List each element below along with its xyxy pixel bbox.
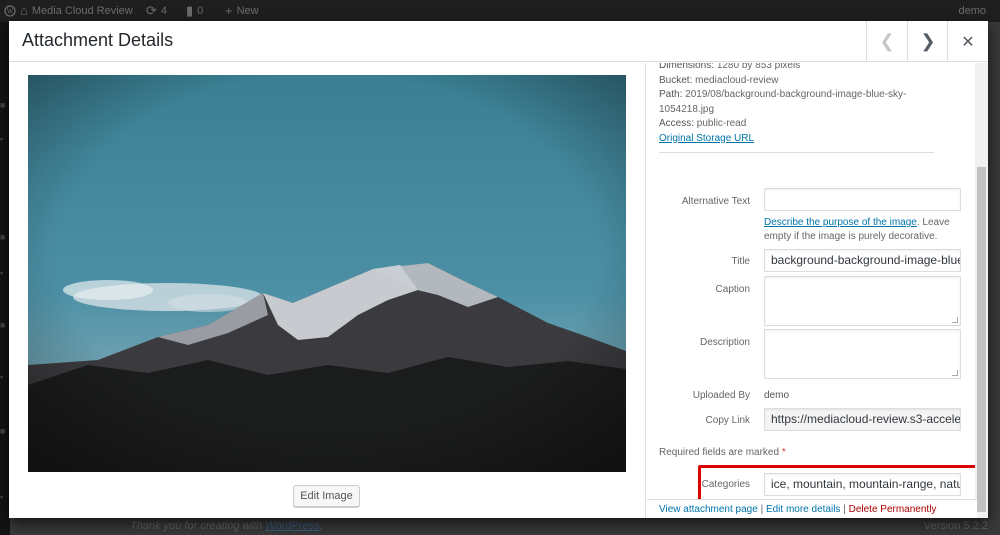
- path-label: Path:: [659, 89, 683, 100]
- chevron-right-icon: ❯: [920, 31, 936, 51]
- site-name-link[interactable]: ⌂ Media Cloud Review: [20, 0, 133, 22]
- attachment-actions: View attachment page | Edit more details…: [659, 504, 979, 522]
- home-icon: ⌂: [20, 3, 28, 18]
- title-label: Title: [731, 256, 750, 267]
- dimensions-label: Dimensions:: [659, 63, 715, 71]
- comments-link[interactable]: ▮ 0: [186, 0, 203, 22]
- chevron-left-icon: ❮: [879, 31, 895, 51]
- plus-icon: +: [225, 3, 233, 18]
- caption-label: Caption: [715, 284, 750, 295]
- image-preview-area: Edit Image: [9, 63, 646, 518]
- next-button[interactable]: ❯: [907, 21, 948, 62]
- edit-more-details-link[interactable]: Edit more details: [766, 504, 840, 515]
- description-label: Description: [699, 337, 750, 348]
- resize-handle-icon[interactable]: [952, 370, 958, 376]
- access-label: Access:: [659, 118, 695, 129]
- original-storage-url-link[interactable]: Original Storage URL: [659, 133, 754, 144]
- view-attachment-page-link[interactable]: View attachment page: [659, 504, 758, 515]
- access-row: Access: public-read: [659, 117, 919, 132]
- sidebar-scrollbar[interactable]: [975, 63, 988, 518]
- required-fields-note: Required fields are marked *: [659, 447, 786, 458]
- copy-link-label: Copy Link: [705, 415, 750, 426]
- close-icon: ✕: [961, 33, 975, 51]
- title-input[interactable]: background-background-image-blue-sky-105…: [764, 249, 961, 272]
- describe-purpose-link[interactable]: Describe the purpose of the image: [764, 217, 917, 228]
- alt-text-input[interactable]: [764, 188, 961, 211]
- separator: |: [843, 504, 846, 515]
- edit-image-button[interactable]: Edit Image: [293, 485, 360, 507]
- dimensions-row: Dimensions: 1280 by 853 pixels: [659, 63, 919, 74]
- caption-textarea[interactable]: [764, 276, 961, 326]
- alt-text-label: Alternative Text: [681, 196, 750, 207]
- close-button[interactable]: ✕: [947, 21, 988, 62]
- delete-permanently-link[interactable]: Delete Permanently: [849, 504, 937, 515]
- bucket-row: Bucket: mediacloud-review: [659, 74, 919, 89]
- footer-thanks: Thank you for creating with WordPress.: [130, 520, 323, 532]
- path-value: 2019/08/background-background-image-blue…: [659, 89, 907, 115]
- separator: |: [760, 504, 764, 515]
- updates-count: 4: [160, 5, 168, 17]
- alt-text-help: Describe the purpose of the image. Leave…: [764, 216, 964, 244]
- comment-icon: ▮: [186, 3, 194, 18]
- attachment-actions-bar: View attachment page | Edit more details…: [647, 499, 977, 518]
- attachment-details-modal: Attachment Details ❮ ❯ ✕ Edit Image Dime…: [9, 21, 988, 518]
- bucket-label: Bucket:: [659, 74, 693, 86]
- dimensions-value: 1280 by 853 pixels: [716, 63, 801, 71]
- previous-button[interactable]: ❮: [866, 21, 907, 62]
- updates-link[interactable]: ⟳ 4: [146, 0, 167, 22]
- footer-thanks-text: Thank you for creating with: [130, 520, 266, 532]
- bucket-value: mediacloud-review: [695, 74, 779, 86]
- description-textarea[interactable]: [764, 329, 961, 379]
- divider: [659, 152, 934, 153]
- required-note-text: Required fields are marked: [659, 447, 780, 458]
- uploaded-by-label: Uploaded By: [692, 390, 750, 401]
- attachment-image: [28, 75, 626, 472]
- copy-link-input[interactable]: https://mediacloud-review.s3-accelerate.…: [764, 408, 961, 431]
- new-content-link[interactable]: + New: [225, 0, 259, 22]
- comments-count: 0: [197, 5, 204, 17]
- refresh-icon: ⟳: [146, 3, 157, 18]
- wordpress-link[interactable]: WordPress: [265, 520, 319, 532]
- footer-thanks-end: .: [319, 520, 323, 532]
- file-meta: Dimensions: 1280 by 853 pixels Bucket: m…: [659, 63, 919, 146]
- attachment-details-sidebar: Dimensions: 1280 by 853 pixels Bucket: m…: [647, 63, 988, 518]
- site-name: Media Cloud Review: [31, 5, 133, 17]
- modal-header: Attachment Details ❮ ❯ ✕: [9, 21, 988, 62]
- admin-bar: W ⌂ Media Cloud Review ⟳ 4 ▮ 0 + New dem…: [0, 0, 1000, 22]
- scrollbar-thumb[interactable]: [977, 167, 986, 512]
- svg-text:W: W: [7, 8, 14, 16]
- uploaded-by-value: demo: [764, 390, 790, 401]
- required-star: *: [781, 447, 786, 458]
- modal-title: Attachment Details: [22, 30, 174, 50]
- path-row: Path: 2019/08/background-background-imag…: [659, 88, 919, 117]
- new-label: New: [236, 5, 259, 17]
- resize-handle-icon[interactable]: [952, 317, 958, 323]
- user-account-link[interactable]: demo: [958, 0, 986, 22]
- access-value: public-read: [696, 118, 747, 129]
- wordpress-logo-icon[interactable]: W: [4, 0, 16, 22]
- user-name: demo: [958, 5, 986, 17]
